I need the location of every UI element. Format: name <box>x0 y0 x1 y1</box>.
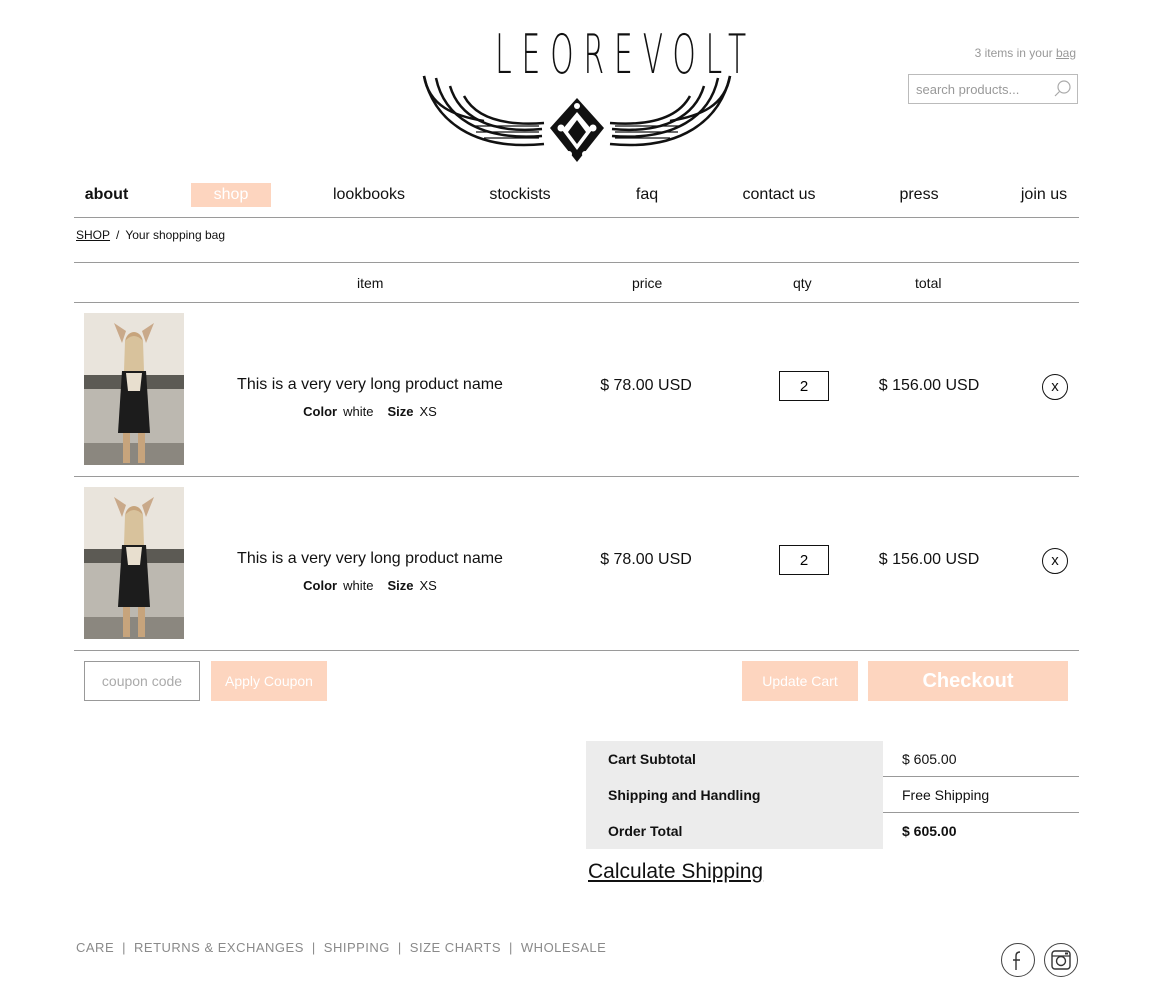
footer-link-wholesale[interactable]: WHOLESALE <box>521 940 606 955</box>
color-label: Color <box>303 404 338 419</box>
checkout-button[interactable]: Checkout <box>868 661 1068 701</box>
search-box <box>908 74 1078 104</box>
product-options: Color white Size XS <box>194 404 546 419</box>
nav-item-contact-us[interactable]: contact us <box>737 183 821 207</box>
nav-item-lookbooks[interactable]: lookbooks <box>329 183 409 207</box>
quantity-input[interactable] <box>779 371 829 401</box>
size-value: XS <box>419 578 437 593</box>
product-thumbnail[interactable] <box>84 487 184 639</box>
instagram-icon[interactable] <box>1044 943 1078 977</box>
breadcrumb-current: Your shopping bag <box>125 228 226 242</box>
breadcrumb: SHOP / Your shopping bag <box>76 228 225 242</box>
column-header-item: item <box>357 275 384 291</box>
nav-item-stockists[interactable]: stockists <box>484 183 556 207</box>
footer-separator: | <box>509 940 513 955</box>
cart-row: This is a very very long product name Co… <box>74 303 1079 477</box>
nav-item-faq[interactable]: faq <box>630 183 664 207</box>
footer-separator: | <box>311 940 316 955</box>
totals-row-order-total: Order Total $ 605.00 <box>586 813 1079 849</box>
line-total: $ 156.00 USD <box>878 551 980 568</box>
footer-separator: | <box>397 940 402 955</box>
footer-link-care[interactable]: CARE <box>76 940 114 955</box>
size-label: Size <box>387 578 414 593</box>
color-value: white <box>343 404 374 419</box>
remove-item-button[interactable]: x <box>1042 548 1068 574</box>
coupon-code-input[interactable] <box>84 661 200 701</box>
quantity-input[interactable] <box>779 545 829 575</box>
size-label: Size <box>387 404 414 419</box>
subtotal-label: Cart Subtotal <box>586 741 883 777</box>
product-thumbnail[interactable] <box>84 313 184 465</box>
breadcrumb-separator: / <box>116 228 120 242</box>
logo[interactable]: LEOREVOLT <box>414 26 746 166</box>
column-header-total: total <box>915 275 942 291</box>
totals-row-shipping: Shipping and Handling Free Shipping <box>586 777 1079 813</box>
footer-link-shipping[interactable]: SHIPPING <box>324 940 390 955</box>
winged-emblem-icon <box>422 75 732 162</box>
footer-link-size-charts[interactable]: SIZE CHARTS <box>410 940 501 955</box>
bag-link[interactable]: bag <box>1056 46 1076 60</box>
bag-count-text: 3 items in your <box>974 46 1053 60</box>
footer-links: CARE | RETURNS & EXCHANGES | SHIPPING | SIZE C… <box>76 940 606 955</box>
product-name[interactable]: This is a very very long product name <box>194 376 546 394</box>
shipping-label: Shipping and Handling <box>586 777 883 813</box>
shipping-value: Free Shipping <box>902 787 990 803</box>
product-name[interactable]: This is a very very long product name <box>194 550 546 568</box>
footer-link-returns[interactable]: RETURNS & EXCHANGES <box>134 940 304 955</box>
subtotal-value: $ 605.00 <box>902 751 957 767</box>
facebook-icon[interactable] <box>1001 943 1035 977</box>
size-value: XS <box>419 404 437 419</box>
bag-summary: 3 items in your bag <box>975 46 1076 60</box>
product-options: Color white Size XS <box>194 578 546 593</box>
totals-row-subtotal: Cart Subtotal $ 605.00 <box>586 741 1079 777</box>
breadcrumb-shop-link[interactable]: SHOP <box>76 228 110 242</box>
cart-table-header: item price qty total <box>74 262 1079 303</box>
column-header-qty: qty <box>793 275 812 291</box>
nav-item-shop[interactable]: shop <box>191 183 271 207</box>
update-cart-button[interactable]: Update Cart <box>742 661 858 701</box>
main-nav: about shop lookbooks stockists faq conta… <box>74 181 1079 218</box>
remove-item-button[interactable]: x <box>1042 374 1068 400</box>
column-header-price: price <box>632 275 663 291</box>
product-price: $ 78.00 USD <box>600 551 692 568</box>
nav-item-join-us[interactable]: join us <box>1018 183 1070 207</box>
nav-item-press[interactable]: press <box>896 183 942 207</box>
cart-row: This is a very very long product name Co… <box>74 477 1079 651</box>
color-label: Color <box>303 578 338 593</box>
apply-coupon-button[interactable]: Apply Coupon <box>211 661 327 701</box>
nav-item-about[interactable]: about <box>84 183 129 207</box>
order-total-value: $ 605.00 <box>902 823 957 839</box>
cart-totals: Cart Subtotal $ 605.00 Shipping and Hand… <box>586 741 1079 849</box>
line-total: $ 156.00 USD <box>878 377 980 394</box>
footer-separator: | <box>122 940 127 955</box>
search-input[interactable] <box>909 75 1047 103</box>
order-total-label: Order Total <box>586 813 883 849</box>
calculate-shipping-link[interactable]: Calculate Shipping <box>588 860 763 884</box>
search-icon[interactable] <box>1053 79 1073 99</box>
color-value: white <box>343 578 374 593</box>
product-price: $ 78.00 USD <box>600 377 692 394</box>
